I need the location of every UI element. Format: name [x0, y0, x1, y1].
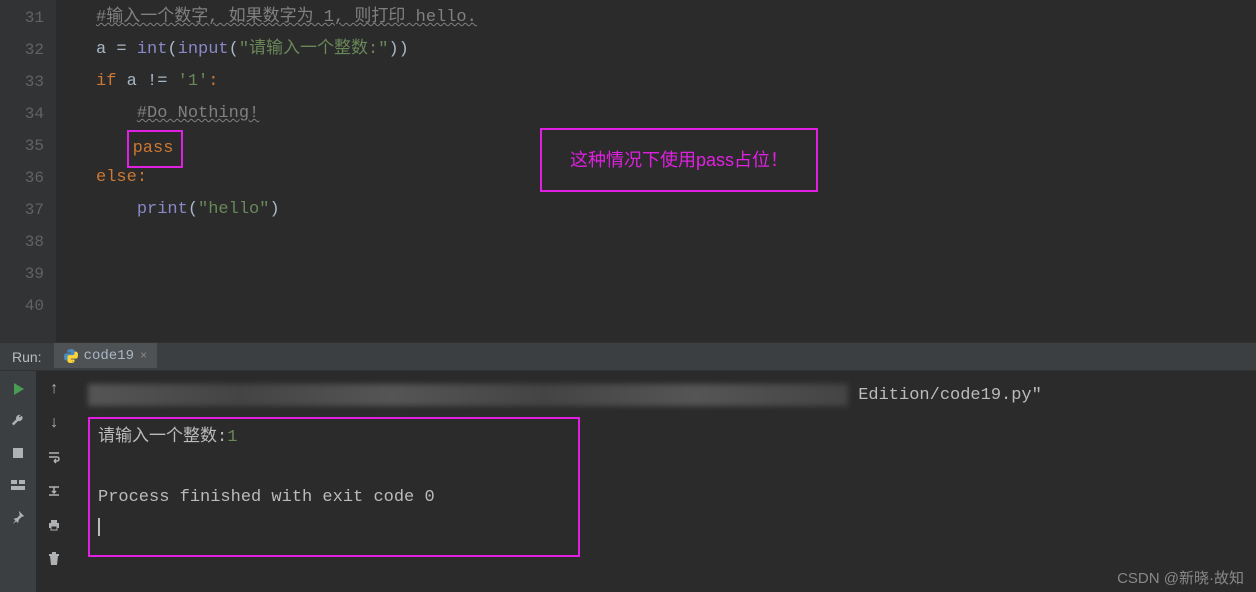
soft-wrap-icon[interactable]	[44, 447, 64, 467]
blurred-path	[88, 384, 848, 406]
line-number: 35	[0, 130, 44, 162]
run-label: Run:	[0, 349, 54, 365]
line-number: 39	[0, 258, 44, 290]
code-line: #输入一个数字, 如果数字为 1, 则打印 hello.	[96, 2, 1256, 34]
trash-icon[interactable]	[44, 549, 64, 569]
run-header: Run: code19 ×	[0, 343, 1256, 371]
run-tab-name: code19	[84, 348, 134, 364]
close-icon[interactable]: ×	[140, 349, 147, 363]
line-number: 32	[0, 34, 44, 66]
console-line	[98, 453, 570, 483]
line-number: 40	[0, 290, 44, 322]
layout-icon[interactable]	[8, 475, 28, 495]
line-number: 33	[0, 66, 44, 98]
pin-icon[interactable]	[8, 507, 28, 527]
code-line: print("hello")	[96, 194, 1256, 226]
console-output[interactable]: Edition/code19.py" 请输入一个整数:1 Process fin…	[72, 371, 1256, 592]
run-panel: Run: code19 ×	[0, 342, 1256, 592]
console-highlight-box: 请输入一个整数:1 Process finished with exit cod…	[88, 417, 580, 557]
code-line	[96, 258, 1256, 290]
arrow-up-icon[interactable]: ↑	[44, 379, 64, 399]
code-line: #Do Nothing!	[96, 98, 1256, 130]
run-icon[interactable]	[8, 379, 28, 399]
run-tab[interactable]: code19 ×	[54, 343, 158, 370]
line-number: 34	[0, 98, 44, 130]
scroll-to-end-icon[interactable]	[44, 481, 64, 501]
run-toolbar-secondary: ↑ ↓	[36, 371, 72, 592]
run-toolbar-primary	[0, 371, 36, 592]
print-icon[interactable]	[44, 515, 64, 535]
wrench-icon[interactable]	[8, 411, 28, 431]
python-icon	[64, 349, 78, 363]
console-line	[98, 513, 570, 543]
line-gutter: 31 32 33 34 35 36 37 38 39 40	[0, 0, 56, 342]
line-number: 36	[0, 162, 44, 194]
stop-icon[interactable]	[8, 443, 28, 463]
code-line	[96, 226, 1256, 258]
console-line: 请输入一个整数:1	[98, 423, 570, 453]
console-line: Edition/code19.py"	[88, 381, 1240, 411]
annotation-box: 这种情况下使用pass占位！	[540, 128, 818, 192]
code-line	[96, 290, 1256, 322]
arrow-down-icon[interactable]: ↓	[44, 413, 64, 433]
line-number: 37	[0, 194, 44, 226]
code-content[interactable]: #输入一个数字, 如果数字为 1, 则打印 hello. a = int(inp…	[56, 0, 1256, 342]
watermark: CSDN @新晓·故知	[1117, 567, 1244, 588]
code-line: if a != '1':	[96, 66, 1256, 98]
line-number: 38	[0, 226, 44, 258]
code-editor[interactable]: 31 32 33 34 35 36 37 38 39 40 #输入一个数字, 如…	[0, 0, 1256, 342]
line-number: 31	[0, 2, 44, 34]
code-line: a = int(input("请输入一个整数:"))	[96, 34, 1256, 66]
console-line: Process finished with exit code 0	[98, 483, 570, 513]
